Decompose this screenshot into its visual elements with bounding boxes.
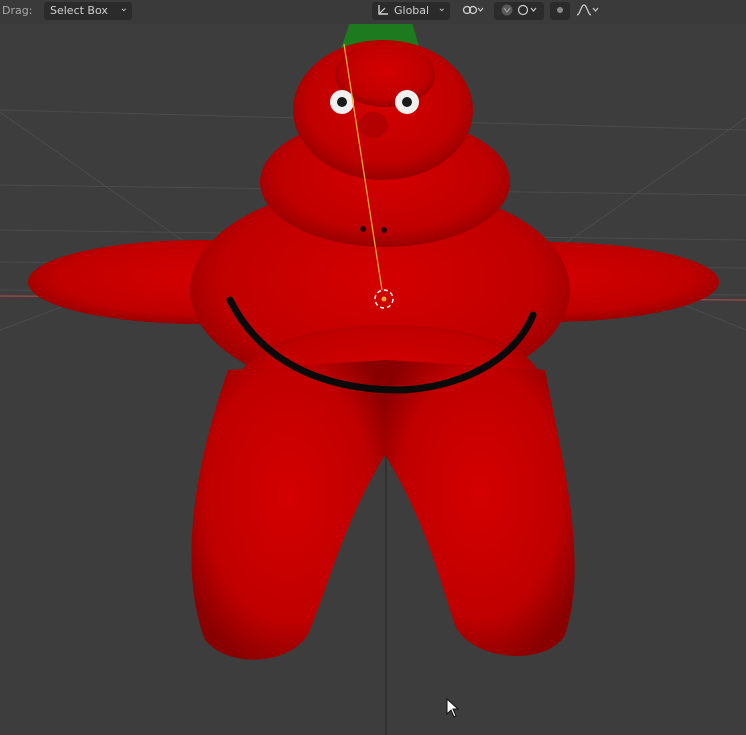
3d-viewport[interactable] <box>0 24 746 735</box>
eye-left <box>330 90 354 114</box>
link-icon <box>462 3 484 20</box>
proportional-editing-icon <box>554 4 566 19</box>
select-mode-dropdown[interactable]: Select Box ⌄ <box>44 2 132 20</box>
nose <box>358 112 388 138</box>
viewport-scene <box>0 24 746 735</box>
snap-button[interactable] <box>494 2 544 20</box>
pivot-point-button[interactable] <box>458 2 488 20</box>
transform-orientation-dropdown[interactable]: Global ⌄ <box>372 2 450 20</box>
proportional-editing-button[interactable] <box>550 2 570 20</box>
select-mode-value: Select Box <box>50 4 108 17</box>
mouse-pointer-icon <box>446 697 460 722</box>
falloff-dropdown[interactable] <box>574 2 602 20</box>
axes-icon <box>376 3 390 20</box>
falloff-curve-icon <box>576 3 600 20</box>
viewport-header-toolbar: Drag: Select Box ⌄ Global ⌄ <box>0 0 746 24</box>
chevron-down-icon: ⌄ <box>437 3 446 14</box>
transform-orientation-value: Global <box>394 4 430 17</box>
nostril-right <box>381 227 387 233</box>
magnet-icon <box>499 3 539 20</box>
drag-label: Drag: <box>2 4 33 17</box>
nostril-left <box>360 226 366 232</box>
chevron-down-icon: ⌄ <box>119 3 128 14</box>
eye-right <box>395 90 419 114</box>
